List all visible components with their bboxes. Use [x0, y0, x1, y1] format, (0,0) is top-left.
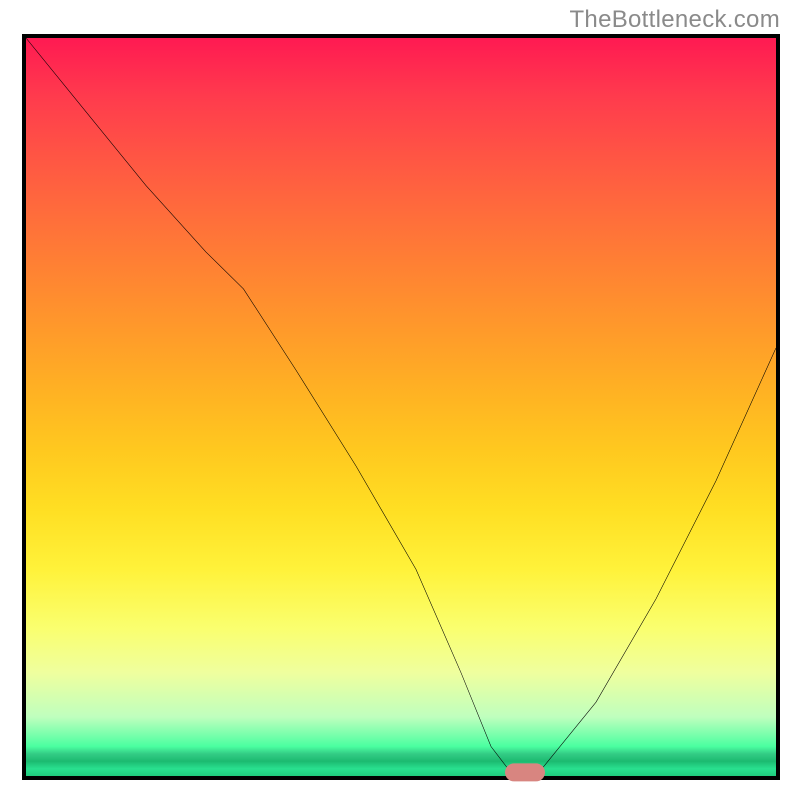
chart-canvas: TheBottleneck.com [0, 0, 800, 800]
watermark-text: TheBottleneck.com [569, 6, 780, 34]
optimum-marker [505, 763, 545, 781]
background-gradient [26, 38, 776, 776]
plot-frame [22, 34, 780, 780]
